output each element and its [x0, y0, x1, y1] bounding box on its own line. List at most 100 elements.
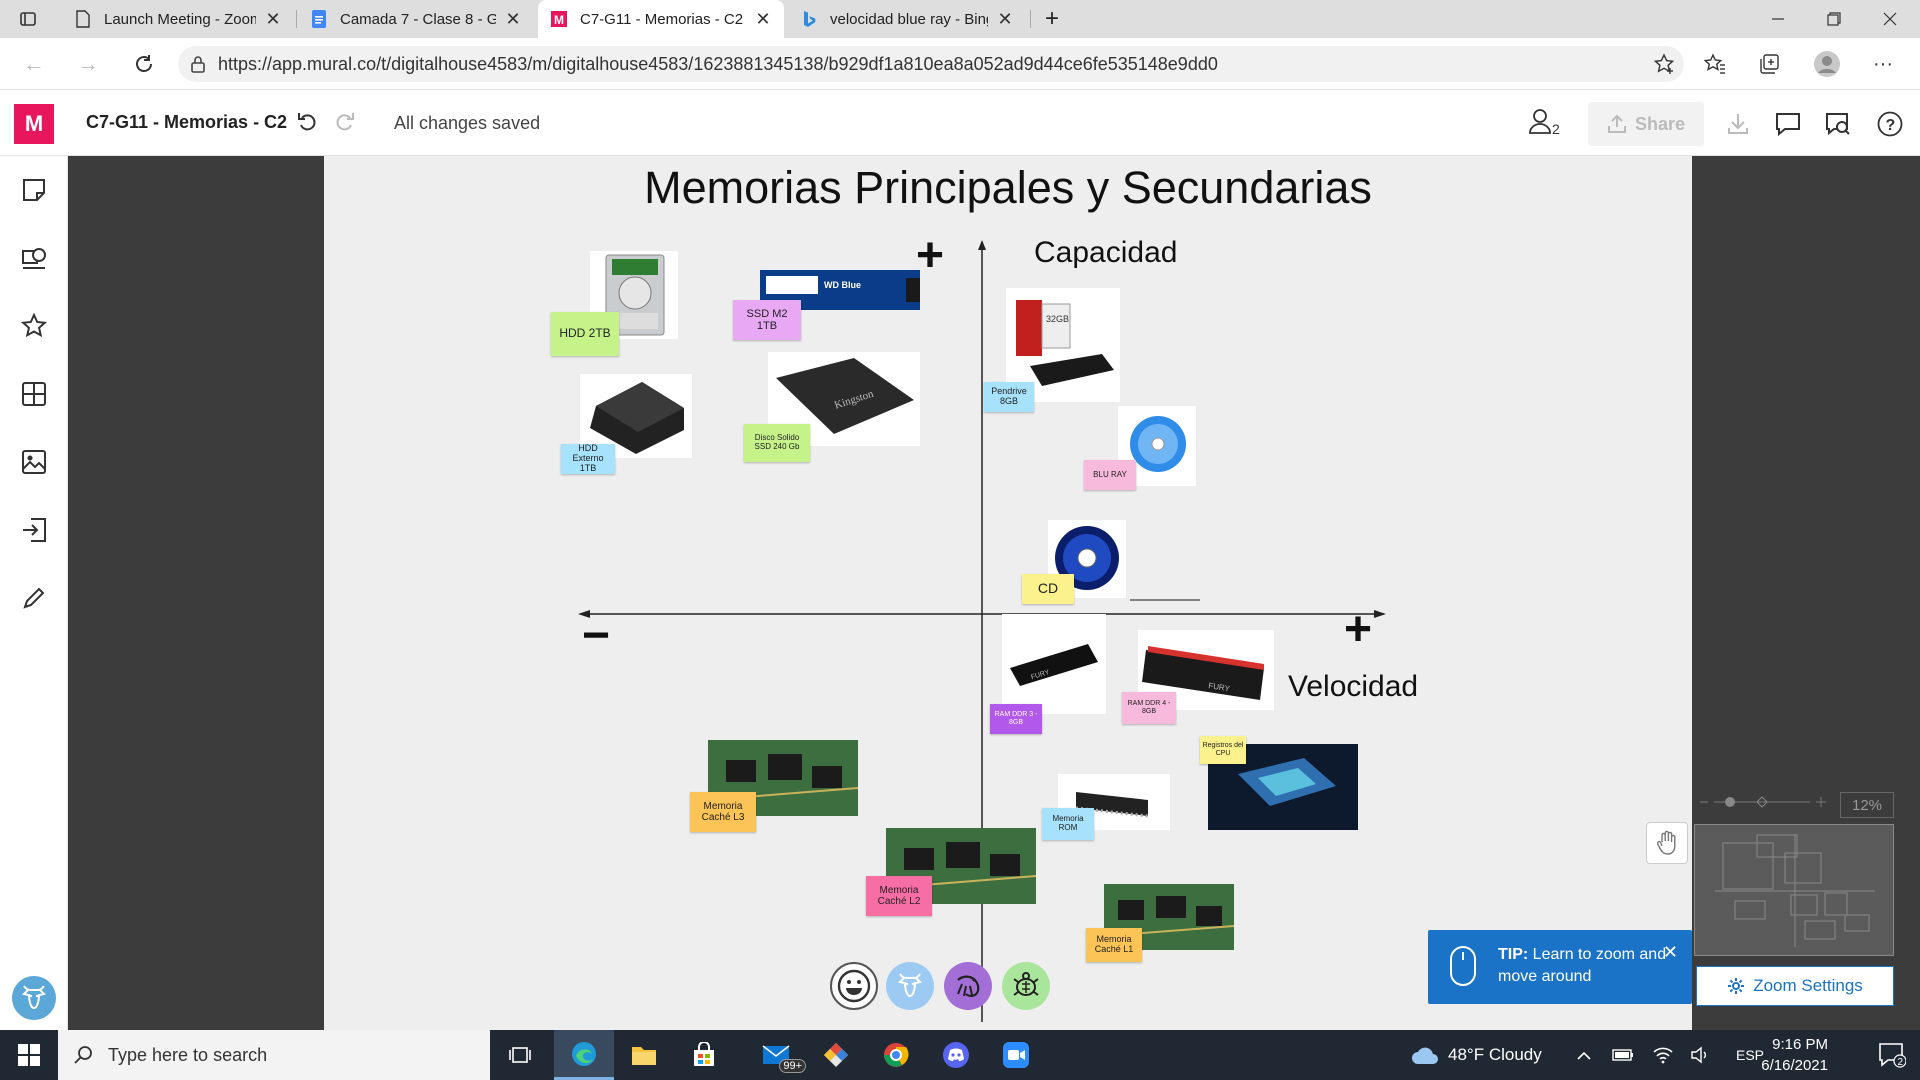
tab-actions-icon[interactable]	[4, 0, 52, 38]
help-icon[interactable]: ?	[1874, 108, 1906, 140]
notification-center-icon[interactable]: 2	[1864, 1030, 1920, 1080]
store-icon[interactable]	[674, 1030, 734, 1080]
tab-mural[interactable]: M C7-G11 - Memorias - C2 • Digita ✕	[538, 0, 784, 38]
goat-avatar[interactable]	[12, 976, 56, 1020]
save-status: All changes saved	[394, 113, 541, 133]
weather-widget[interactable]: 48°F Cloudy	[1410, 1030, 1542, 1080]
sticky-ssd-m2[interactable]: SSD M2 1TB	[733, 300, 801, 340]
ram-ddr3-image[interactable]: FURY	[1002, 614, 1106, 714]
mural-board[interactable]: Memorias Principales y Secundarias Capac…	[324, 156, 1692, 1030]
svg-text:?: ?	[1886, 117, 1896, 134]
sticky-rom[interactable]: Memoria ROM	[1042, 808, 1094, 840]
weather-text: 48°F Cloudy	[1448, 1045, 1542, 1064]
shapes-icon[interactable]	[20, 244, 48, 272]
sticky-cache-l1[interactable]: Memoria Caché L1	[1086, 928, 1142, 962]
profile-avatar[interactable]	[1810, 48, 1844, 80]
sticky-ssd-240[interactable]: Disco Solido SSD 240 Gb	[744, 424, 810, 462]
volume-icon[interactable]	[1690, 1030, 1712, 1080]
outline-search-icon[interactable]	[1822, 108, 1854, 140]
sticky-external-hdd[interactable]: HDD Externo 1TB	[561, 443, 615, 474]
x-axis-label[interactable]: Velocidad	[1288, 670, 1418, 704]
mural-logo[interactable]: M	[14, 104, 54, 144]
taskbar-search[interactable]: Type here to search	[58, 1030, 490, 1080]
close-icon[interactable]: ✕	[264, 9, 282, 30]
windows-taskbar: Type here to search 99+ 48°F Cloudy ESP …	[0, 1030, 1920, 1080]
y-axis-label[interactable]: Capacidad	[1034, 236, 1177, 270]
sticky-cpu-registers[interactable]: Registros del CPU	[1200, 736, 1246, 764]
close-icon[interactable]: ✕	[996, 9, 1014, 30]
smiley-icon[interactable]	[830, 962, 878, 1010]
sticky-pendrive[interactable]: Pendrive 8GB	[984, 382, 1034, 412]
sticky-bluray[interactable]: BLU RAY	[1084, 460, 1136, 490]
zoom-slider[interactable]	[1700, 792, 1830, 812]
search-icon	[58, 1045, 108, 1065]
pen-icon[interactable]	[20, 584, 48, 612]
comments-icon[interactable]	[1772, 108, 1804, 140]
window-close-icon[interactable]	[1862, 0, 1917, 38]
undo-icon[interactable]	[296, 110, 318, 138]
collaborators-button[interactable]: 2	[1528, 108, 1560, 137]
discord-icon[interactable]	[926, 1030, 986, 1080]
sticky-ram-ddr4[interactable]: RAM DDR 4 - 8GB	[1122, 692, 1176, 724]
tab-bing[interactable]: velocidad blue ray - Bing ✕	[788, 0, 1026, 38]
tab-zoom[interactable]: Launch Meeting - Zoom ✕	[62, 0, 294, 38]
image-icon[interactable]	[20, 448, 48, 476]
zoom-percentage[interactable]: 12%	[1840, 792, 1894, 818]
back-icon[interactable]: ←	[18, 48, 50, 80]
collections-icon[interactable]	[1752, 48, 1786, 80]
goat-icon[interactable]	[886, 962, 934, 1010]
upload-icon	[1607, 114, 1626, 133]
more-options-icon[interactable]: ···	[1866, 48, 1900, 80]
close-icon[interactable]: ✕	[754, 9, 772, 30]
sticky-hdd-2tb[interactable]: HDD 2TB	[551, 312, 619, 356]
frameworks-icon[interactable]	[20, 380, 48, 408]
minimap[interactable]	[1694, 824, 1894, 956]
favorite-add-icon[interactable]	[1644, 53, 1684, 75]
mural-header: M C7-G11 - Memorias - C2 All changes sav…	[0, 90, 1920, 156]
speed-minus-sign[interactable]: −	[582, 612, 610, 660]
address-bar: ← → https://app.mural.co/t/digitalhouse4…	[0, 38, 1920, 90]
sticky-note-icon[interactable]	[20, 176, 48, 204]
hand-pan-icon[interactable]	[1646, 822, 1688, 864]
sticky-cache-l2[interactable]: Memoria Caché L2	[866, 876, 932, 916]
chrome-icon[interactable]	[866, 1030, 926, 1080]
forward-icon[interactable]: →	[72, 48, 104, 80]
gear-icon	[1728, 978, 1745, 994]
import-icon[interactable]	[20, 516, 48, 544]
restore-icon[interactable]	[1806, 0, 1861, 38]
new-tab-button[interactable]: +	[1030, 0, 1074, 38]
chevron-up-icon[interactable]	[1576, 1030, 1592, 1080]
task-view-icon[interactable]	[490, 1030, 550, 1080]
sticky-ram-ddr3[interactable]: RAM DDR 3 - 8GB	[990, 704, 1042, 734]
zoom-app-icon[interactable]	[986, 1030, 1046, 1080]
mural-title[interactable]: C7-G11 - Memorias - C2	[86, 112, 287, 133]
zoom-settings-button[interactable]: Zoom Settings	[1696, 966, 1894, 1006]
refresh-icon[interactable]	[128, 48, 160, 80]
mail-icon[interactable]: 99+	[746, 1030, 806, 1080]
tab-title: C7-G11 - Memorias - C2 • Digita	[580, 10, 746, 28]
redo-icon[interactable]	[334, 110, 356, 138]
url-field[interactable]: https://app.mural.co/t/digitalhouse4583/…	[178, 46, 1684, 82]
sticky-cache-l3[interactable]: Memoria Caché L3	[690, 792, 756, 832]
shrimp-icon[interactable]	[944, 962, 992, 1010]
file-explorer-icon[interactable]	[614, 1030, 674, 1080]
close-icon[interactable]: ✕	[504, 9, 522, 30]
lock-icon[interactable]	[178, 55, 218, 73]
download-icon[interactable]	[1722, 108, 1754, 140]
share-label: Share	[1634, 113, 1686, 134]
battery-icon[interactable]	[1612, 1030, 1634, 1080]
favorites-icon[interactable]	[1698, 48, 1732, 80]
app-diamond-icon[interactable]	[806, 1030, 866, 1080]
close-icon[interactable]: ✕	[1663, 942, 1678, 963]
star-icon[interactable]	[20, 312, 48, 340]
wifi-icon[interactable]	[1652, 1030, 1674, 1080]
minimize-icon[interactable]	[1750, 0, 1805, 38]
system-clock[interactable]: 9:16 PM 6/16/2021	[1740, 1034, 1828, 1076]
speed-plus-sign[interactable]: +	[1344, 606, 1372, 654]
windows-start-icon[interactable]	[0, 1030, 58, 1080]
tab-google-docs[interactable]: Camada 7 - Clase 8 - Google Do ✕	[298, 0, 534, 38]
sticky-cd[interactable]: CD	[1022, 574, 1074, 604]
turtle-icon[interactable]	[1002, 962, 1050, 1010]
edge-icon[interactable]	[554, 1030, 614, 1080]
share-button[interactable]: Share	[1588, 102, 1704, 146]
